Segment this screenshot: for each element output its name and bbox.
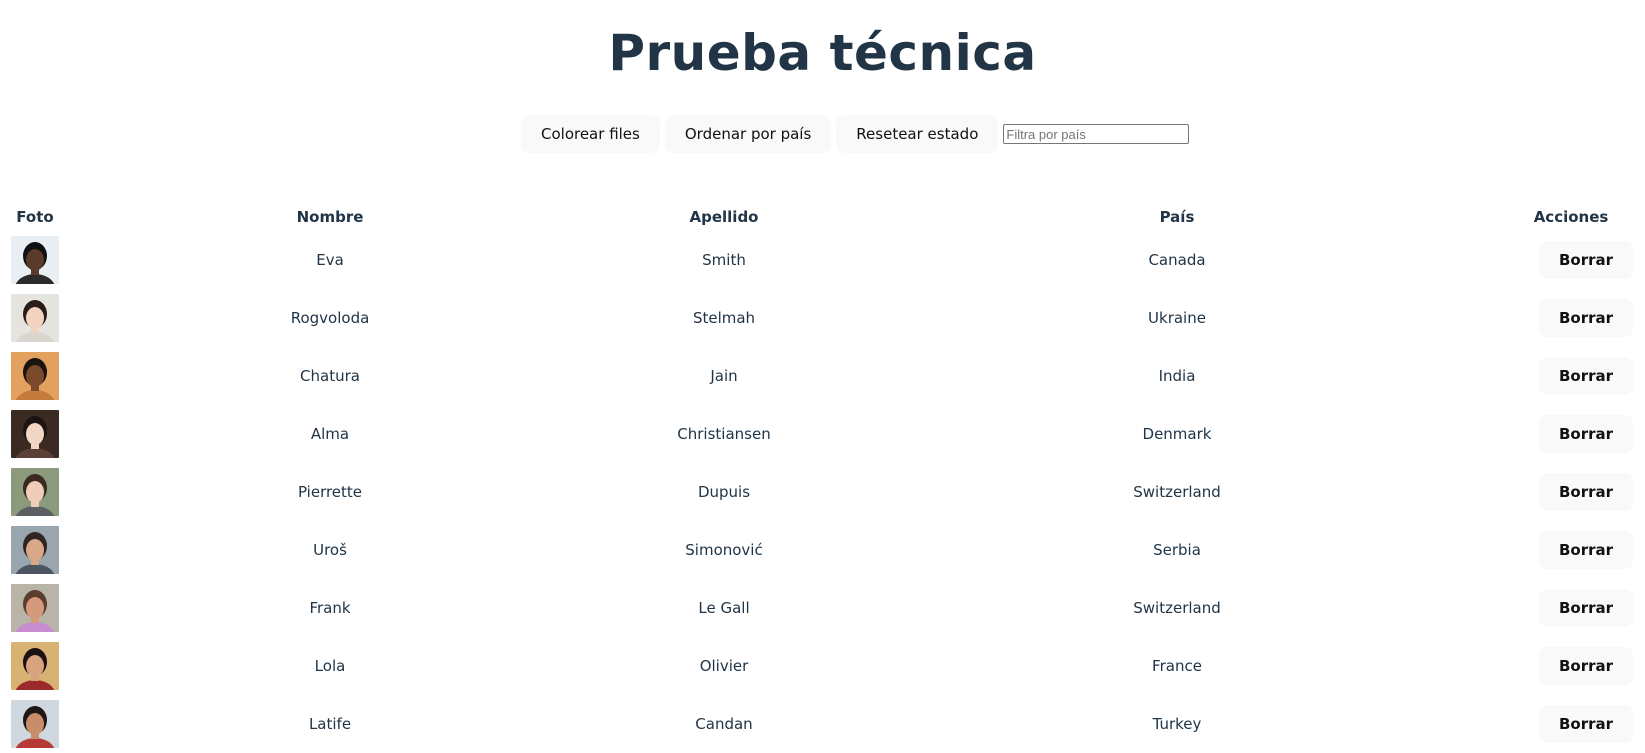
avatar bbox=[11, 410, 59, 458]
last-name-cell: Simonović bbox=[685, 541, 763, 559]
actions-cell: Borrar bbox=[1504, 579, 1638, 637]
delete-button[interactable]: Borrar bbox=[1538, 299, 1634, 337]
photo-cell bbox=[8, 231, 62, 289]
avatar bbox=[11, 642, 59, 690]
sort-by-country-button[interactable]: Ordenar por país bbox=[664, 115, 832, 153]
photo-cell bbox=[8, 463, 62, 521]
photo-cell bbox=[8, 347, 62, 405]
photo-cell bbox=[8, 637, 62, 695]
delete-button[interactable]: Borrar bbox=[1538, 589, 1634, 627]
delete-button[interactable]: Borrar bbox=[1538, 705, 1634, 743]
table-row: Latife Candan Turkey Borrar bbox=[8, 695, 1638, 753]
country-cell: Switzerland bbox=[1133, 483, 1221, 501]
first-name-cell: Alma bbox=[310, 425, 350, 443]
avatar bbox=[11, 700, 59, 748]
photo-cell bbox=[8, 695, 62, 753]
avatar bbox=[11, 584, 59, 632]
first-name-cell: Eva bbox=[316, 251, 344, 269]
reset-state-button[interactable]: Resetear estado bbox=[836, 115, 999, 153]
header-first-name: Nombre bbox=[296, 208, 364, 226]
table-row: Uroš Simonović Serbia Borrar bbox=[8, 521, 1638, 579]
actions-cell: Borrar bbox=[1504, 463, 1638, 521]
table-row: Eva Smith Canada Borrar bbox=[8, 231, 1638, 289]
actions-cell: Borrar bbox=[1504, 637, 1638, 695]
last-name-cell: Le Gall bbox=[698, 599, 750, 617]
page-title: Prueba técnica bbox=[608, 24, 1037, 82]
actions-cell: Borrar bbox=[1504, 347, 1638, 405]
table-header-row: Foto Nombre Apellido País Acciones bbox=[8, 203, 1638, 231]
last-name-cell: Candan bbox=[695, 715, 753, 733]
header-last-name: Apellido bbox=[689, 208, 759, 226]
country-filter-input[interactable] bbox=[1003, 124, 1190, 144]
country-cell: France bbox=[1152, 657, 1202, 675]
country-cell: India bbox=[1158, 367, 1196, 385]
actions-cell: Borrar bbox=[1504, 695, 1638, 753]
header-actions: Acciones bbox=[1533, 208, 1609, 226]
page: Prueba técnica Colorear files Ordenar po… bbox=[0, 0, 1645, 753]
delete-button[interactable]: Borrar bbox=[1538, 357, 1634, 395]
first-name-cell: Lola bbox=[314, 657, 346, 675]
avatar bbox=[11, 294, 59, 342]
toolbar: Colorear files Ordenar por país Resetear… bbox=[521, 115, 1190, 153]
first-name-cell: Chatura bbox=[300, 367, 360, 385]
table-body: Eva Smith Canada Borrar Rogvoloda Stelmah Ukra… bbox=[8, 231, 1638, 753]
country-cell: Switzerland bbox=[1133, 599, 1221, 617]
table-row: Alma Christiansen Denmark Borrar bbox=[8, 405, 1638, 463]
first-name-cell: Pierrette bbox=[297, 483, 363, 501]
table-row: Lola Olivier France Borrar bbox=[8, 637, 1638, 695]
color-rows-button[interactable]: Colorear files bbox=[521, 115, 660, 153]
country-cell: Turkey bbox=[1152, 715, 1202, 733]
table-row: Frank Le Gall Switzerland Borrar bbox=[8, 579, 1638, 637]
actions-cell: Borrar bbox=[1504, 405, 1638, 463]
delete-button[interactable]: Borrar bbox=[1538, 531, 1634, 569]
last-name-cell: Jain bbox=[710, 367, 738, 385]
header-country: País bbox=[1159, 208, 1195, 226]
last-name-cell: Christiansen bbox=[677, 425, 771, 443]
delete-button[interactable]: Borrar bbox=[1538, 473, 1634, 511]
delete-button[interactable]: Borrar bbox=[1538, 415, 1634, 453]
delete-button[interactable]: Borrar bbox=[1538, 241, 1634, 279]
delete-button[interactable]: Borrar bbox=[1538, 647, 1634, 685]
actions-cell: Borrar bbox=[1504, 289, 1638, 347]
last-name-cell: Smith bbox=[702, 251, 746, 269]
last-name-cell: Olivier bbox=[699, 657, 749, 675]
first-name-cell: Latife bbox=[308, 715, 352, 733]
avatar bbox=[11, 352, 59, 400]
table-row: Rogvoloda Stelmah Ukraine Borrar bbox=[8, 289, 1638, 347]
country-cell: Serbia bbox=[1153, 541, 1201, 559]
table-row: Pierrette Dupuis Switzerland Borrar bbox=[8, 463, 1638, 521]
actions-cell: Borrar bbox=[1504, 521, 1638, 579]
avatar bbox=[11, 468, 59, 516]
photo-cell bbox=[8, 289, 62, 347]
users-table: Foto Nombre Apellido País Acciones Eva Sm… bbox=[8, 203, 1638, 753]
photo-cell bbox=[8, 521, 62, 579]
photo-cell bbox=[8, 579, 62, 637]
first-name-cell: Rogvoloda bbox=[290, 309, 370, 327]
first-name-cell: Uroš bbox=[313, 541, 347, 559]
actions-cell: Borrar bbox=[1504, 231, 1638, 289]
first-name-cell: Frank bbox=[309, 599, 351, 617]
country-cell: Denmark bbox=[1142, 425, 1212, 443]
last-name-cell: Stelmah bbox=[692, 309, 756, 327]
header-photo: Foto bbox=[16, 208, 54, 226]
last-name-cell: Dupuis bbox=[697, 483, 751, 501]
avatar bbox=[11, 526, 59, 574]
country-cell: Ukraine bbox=[1148, 309, 1206, 327]
photo-cell bbox=[8, 405, 62, 463]
avatar bbox=[11, 236, 59, 284]
table-row: Chatura Jain India Borrar bbox=[8, 347, 1638, 405]
country-cell: Canada bbox=[1148, 251, 1206, 269]
